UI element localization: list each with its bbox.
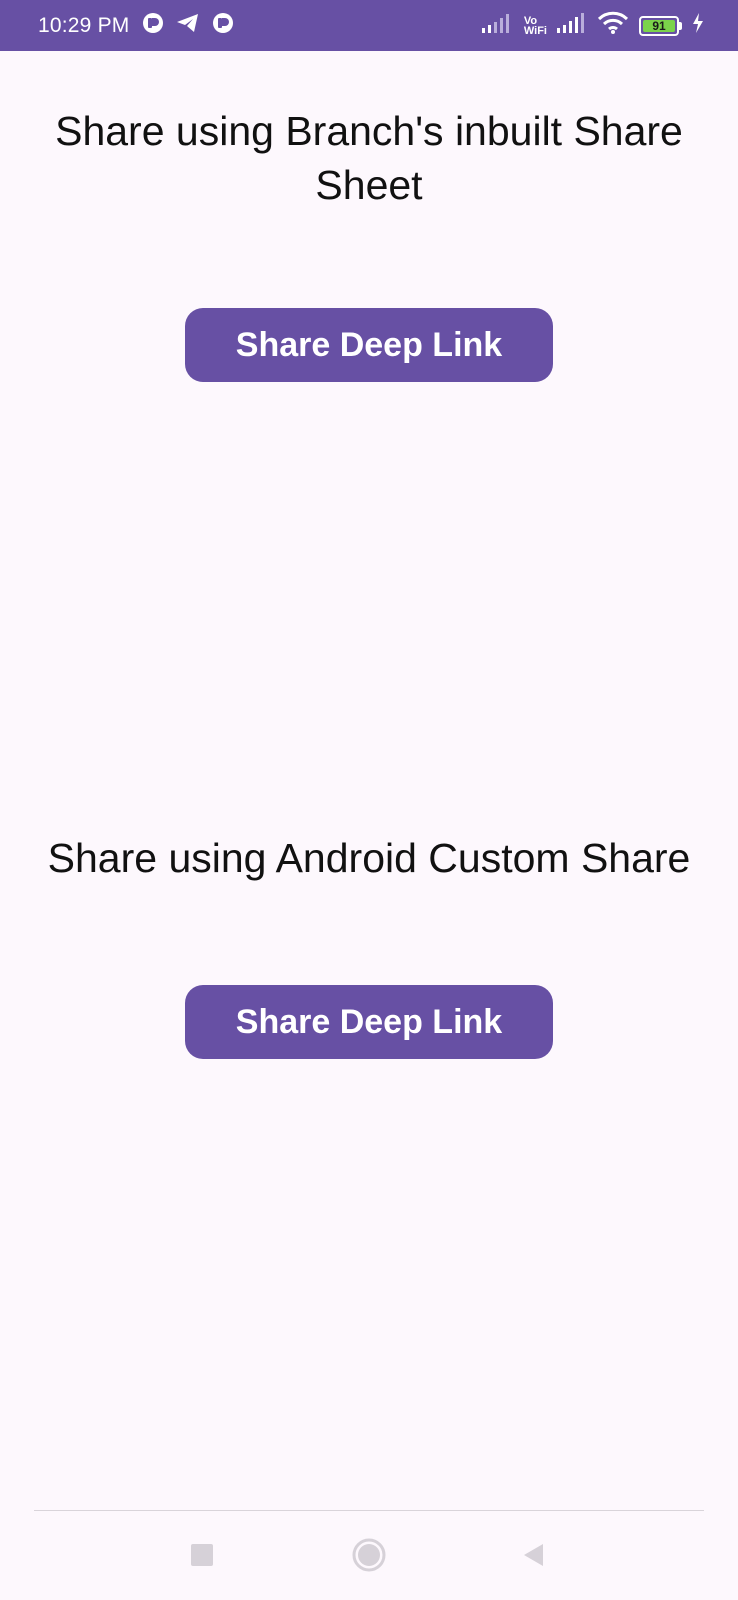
main-content: Share using Branch's inbuilt Share Sheet… — [0, 51, 738, 1511]
charging-icon — [692, 13, 704, 38]
status-bar-right: Vo WiFi 91 — [481, 11, 704, 40]
branch-share-heading: Share using Branch's inbuilt Share Sheet — [55, 108, 683, 208]
back-icon[interactable] — [512, 1533, 556, 1577]
signal-icon — [481, 13, 514, 38]
wifi-icon — [597, 11, 629, 40]
wifi-label: WiFi — [523, 24, 547, 37]
battery-icon: 91 — [639, 15, 682, 36]
battery-level: 91 — [643, 19, 675, 33]
recents-icon[interactable] — [180, 1533, 224, 1577]
app-notification-icon — [212, 12, 234, 39]
branch-share-deep-link-button[interactable]: Share Deep Link — [185, 308, 553, 382]
signal-icon — [557, 13, 587, 38]
status-time: 10:29 PM — [38, 13, 130, 37]
vowifi-icon: Vo WiFi — [523, 14, 547, 37]
telegram-icon — [176, 13, 200, 38]
notification-icons — [142, 12, 234, 39]
status-bar: 10:29 PM Vo WiFi 91 — [0, 0, 738, 51]
android-share-heading: Share using Android Custom Share — [47, 835, 691, 881]
home-icon[interactable] — [347, 1533, 391, 1577]
android-share-deep-link-button[interactable]: Share Deep Link — [185, 985, 553, 1059]
app-notification-icon — [142, 12, 164, 39]
status-bar-left: 10:29 PM — [38, 12, 234, 39]
vo-label: Vo — [523, 14, 538, 27]
navigation-bar — [0, 1511, 738, 1600]
